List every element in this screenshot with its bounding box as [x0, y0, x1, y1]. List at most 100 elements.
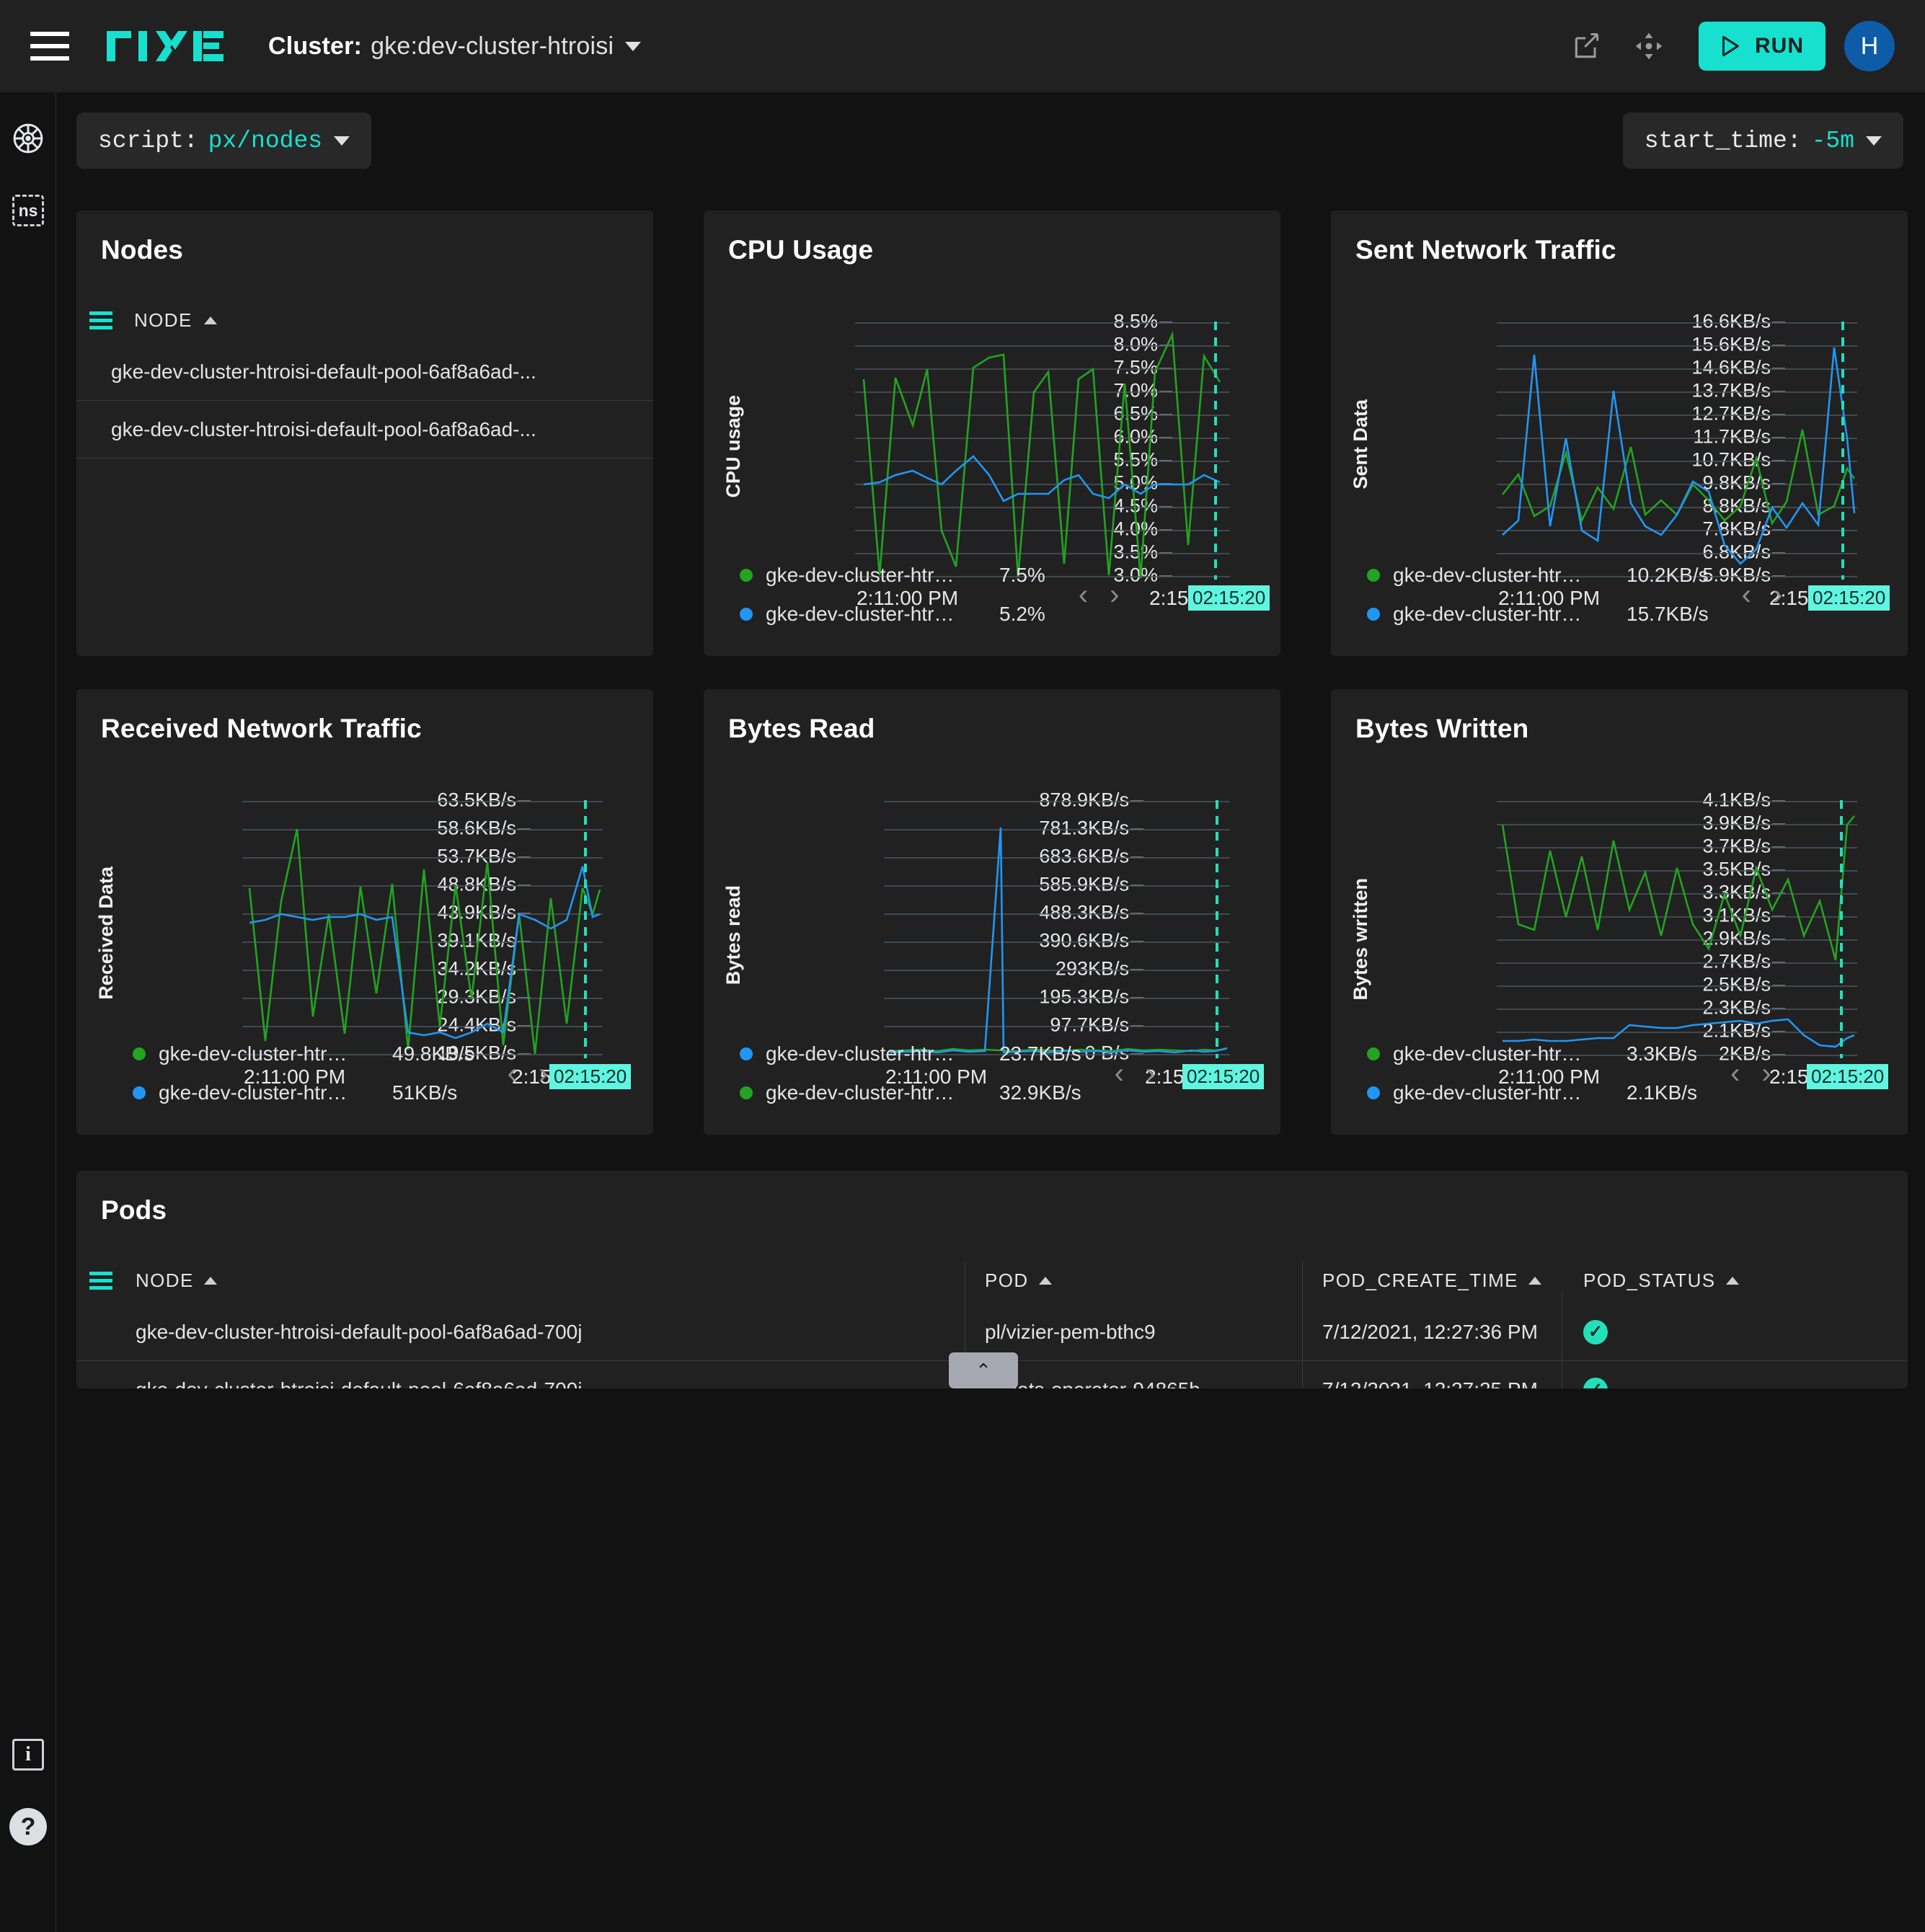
- legend-series-name: gke-dev-cluster-htr…: [159, 1081, 348, 1104]
- sent-network-traffic-panel: Sent Network Traffic Sent Data 16.6KB/s 1…: [1331, 211, 1908, 656]
- scroll-up-handle[interactable]: ⌃: [949, 1352, 1018, 1388]
- legend-item[interactable]: gke-dev-cluster-htr… 3.3KB/s: [1367, 1042, 1697, 1065]
- legend-series-value: 32.9KB/s: [999, 1081, 1081, 1104]
- edit-square-icon[interactable]: [1556, 15, 1618, 77]
- start-time-key: start_time:: [1644, 127, 1802, 154]
- received-network-traffic-panel: Received Network Traffic Received Data 6…: [76, 689, 653, 1135]
- chevron-down-icon: [334, 136, 350, 146]
- pixie-logo[interactable]: [105, 30, 225, 63]
- y-axis-label: Bytes written: [1350, 878, 1371, 1001]
- legend-series-value: 2.1KB/s: [1627, 1081, 1698, 1104]
- avatar[interactable]: H: [1844, 21, 1895, 71]
- legend-prev-button[interactable]: ‹: [1115, 1058, 1124, 1090]
- legend-color-dot: [740, 1047, 753, 1060]
- bytes-written-chart[interactable]: Bytes written 4.1KB/s 3.9KB/s 3.7KB/s 3.5KB…: [1331, 744, 1908, 1089]
- legend-item[interactable]: gke-dev-cluster-htr… 7.5%: [740, 564, 1045, 587]
- node-name: gke-dev-cluster-htroisi-default-pool-6af…: [111, 417, 536, 440]
- legend-item[interactable]: gke-dev-cluster-htr… 10.2KB/s: [1367, 564, 1709, 587]
- script-selector[interactable]: script: px/nodes: [76, 112, 372, 169]
- legend-prev-button[interactable]: ‹: [1742, 579, 1751, 611]
- run-button[interactable]: RUN: [1699, 22, 1826, 71]
- info-icon[interactable]: i: [0, 1719, 56, 1791]
- column-options-icon[interactable]: [89, 1271, 112, 1290]
- pod-node: gke-dev-cluster-htroisi-default-pool-6af…: [136, 1320, 583, 1343]
- y-axis-label: CPU usage: [722, 395, 744, 498]
- nodes-column-node[interactable]: NODE: [134, 309, 217, 332]
- cluster-selector[interactable]: Cluster: gke:dev-cluster-htroisi: [268, 32, 642, 61]
- legend-item[interactable]: gke-dev-cluster-htr… 23.7KB/s: [740, 1042, 1081, 1065]
- bytes-read-panel: Bytes Read Bytes read 878.9KB/s 781.3KB/s…: [704, 689, 1280, 1135]
- status-badge: ✓: [1583, 1319, 1608, 1344]
- legend-next-button[interactable]: ›: [1146, 1058, 1155, 1090]
- panel-title: Bytes Written: [1355, 714, 1529, 743]
- legend-series-name: gke-dev-cluster-htr…: [1393, 1042, 1582, 1065]
- bytes-written-panel: Bytes Written Bytes written 4.1KB/s 3.9KB…: [1331, 689, 1908, 1135]
- column-divider: [1302, 1292, 1303, 1388]
- pods-column-pod[interactable]: POD: [985, 1269, 1052, 1292]
- script-value: px/nodes: [208, 127, 323, 154]
- legend-series-value: 15.7KB/s: [1627, 603, 1709, 625]
- legend-series-value: 5.2%: [999, 603, 1045, 625]
- table-row[interactable]: gke-dev-cluster-htroisi-default-pool-6af…: [76, 401, 653, 458]
- nodes-table-header: NODE: [76, 297, 653, 343]
- legend-series-name: gke-dev-cluster-htr…: [766, 1081, 955, 1104]
- bytes-read-chart[interactable]: Bytes read 878.9KB/s 781.3KB/s 683.6KB/s 58…: [704, 744, 1280, 1089]
- cpu-usage-chart[interactable]: CPU usage 8.5% 8.0% 7.5% 7.0% 6.5% 6.0% 5.5% 5.…: [704, 265, 1280, 611]
- cluster-label: Cluster:: [268, 32, 363, 60]
- sort-asc-icon: [1038, 1276, 1052, 1285]
- sidebar-bottom-actions: i ?: [0, 1719, 56, 1863]
- node-name: gke-dev-cluster-htroisi-default-pool-6af…: [111, 360, 536, 383]
- legend-color-dot: [1367, 1047, 1380, 1060]
- start-time-selector[interactable]: start_time: -5m: [1622, 112, 1903, 169]
- namespace-badge[interactable]: ns: [0, 174, 56, 247]
- legend-color-dot: [133, 1086, 146, 1099]
- sort-asc-icon: [1725, 1276, 1739, 1285]
- cpu-usage-panel: CPU Usage CPU usage 8.5% 8.0% 7.5% 7.0% 6.5%…: [704, 211, 1280, 656]
- legend-series-name: gke-dev-cluster-htr…: [159, 1042, 348, 1065]
- main-content: script: px/nodes start_time: -5m Nodes N…: [56, 92, 1925, 1932]
- pods-panel-title: Pods: [101, 1195, 167, 1225]
- move-arrows-icon[interactable]: [1618, 15, 1680, 77]
- legend-item[interactable]: gke-dev-cluster-htr… 2.1KB/s: [1367, 1081, 1697, 1104]
- top-bar-actions: RUN H: [1556, 15, 1925, 77]
- chart-legend: gke-dev-cluster-htr… 49.8KB/s gke-dev-clus…: [133, 1042, 637, 1104]
- pods-column-create-time[interactable]: POD_CREATE_TIME: [1322, 1269, 1541, 1292]
- legend-next-button[interactable]: ›: [1761, 1058, 1771, 1090]
- legend-prev-button[interactable]: ‹: [1079, 579, 1088, 611]
- legend-item[interactable]: gke-dev-cluster-htr… 32.9KB/s: [740, 1081, 1081, 1104]
- panel-title: Received Network Traffic: [101, 714, 422, 743]
- pods-column-status[interactable]: POD_STATUS: [1583, 1269, 1739, 1292]
- legend-next-button[interactable]: ›: [539, 1058, 548, 1090]
- legend-next-button[interactable]: ›: [1110, 579, 1119, 611]
- nodes-panel-title: Nodes: [101, 235, 184, 265]
- pod-name: pl/nats-operator-94865b…: [985, 1378, 1221, 1389]
- table-row[interactable]: gke-dev-cluster-htroisi-default-pool-6af…: [76, 343, 653, 401]
- chart-legend: gke-dev-cluster-htr… 7.5% gke-dev-cluster-…: [740, 564, 1259, 626]
- run-label: RUN: [1755, 34, 1804, 58]
- legend-item[interactable]: gke-dev-cluster-htr… 15.7KB/s: [1367, 603, 1709, 626]
- legend-prev-button[interactable]: ‹: [508, 1058, 517, 1090]
- legend-series-name: gke-dev-cluster-htr…: [1393, 603, 1582, 625]
- legend-series-name: gke-dev-cluster-htr…: [1393, 564, 1582, 586]
- kubernetes-helm-icon[interactable]: [0, 102, 56, 174]
- pods-column-node[interactable]: NODE: [136, 1269, 217, 1292]
- help-icon[interactable]: ?: [0, 1791, 56, 1863]
- pods-table-header: NODE POD POD_CREATE_TIME POD_STATUS: [76, 1257, 1908, 1303]
- legend-item[interactable]: gke-dev-cluster-htr… 5.2%: [740, 603, 1045, 626]
- received-network-chart[interactable]: Received Data 63.5KB/s 58.6KB/s 53.7KB/s 48…: [76, 744, 653, 1089]
- legend-prev-button[interactable]: ‹: [1730, 1058, 1740, 1090]
- legend-item[interactable]: gke-dev-cluster-htr… 49.8KB/s: [133, 1042, 474, 1065]
- namespace-label: ns: [12, 195, 44, 226]
- legend-next-button[interactable]: ›: [1773, 579, 1782, 611]
- legend-pager: ‹ ›: [1730, 1058, 1771, 1090]
- menu-icon[interactable]: [30, 32, 69, 61]
- pod-create-time: 7/12/2021, 12:27:36 PM: [1322, 1320, 1538, 1343]
- cluster-value: gke:dev-cluster-htroisi: [371, 32, 614, 60]
- legend-color-dot: [1367, 569, 1380, 582]
- chart-legend: gke-dev-cluster-htr… 3.3KB/s gke-dev-clust…: [1367, 1042, 1886, 1104]
- legend-item[interactable]: gke-dev-cluster-htr… 51KB/s: [133, 1081, 474, 1104]
- controls-row: script: px/nodes start_time: -5m: [56, 92, 1925, 177]
- sent-network-chart[interactable]: Sent Data 16.6KB/s 15.6KB/s 14.6KB/s 13.7KB…: [1331, 265, 1908, 611]
- column-options-icon[interactable]: [89, 311, 112, 329]
- chevron-down-icon: [625, 41, 642, 51]
